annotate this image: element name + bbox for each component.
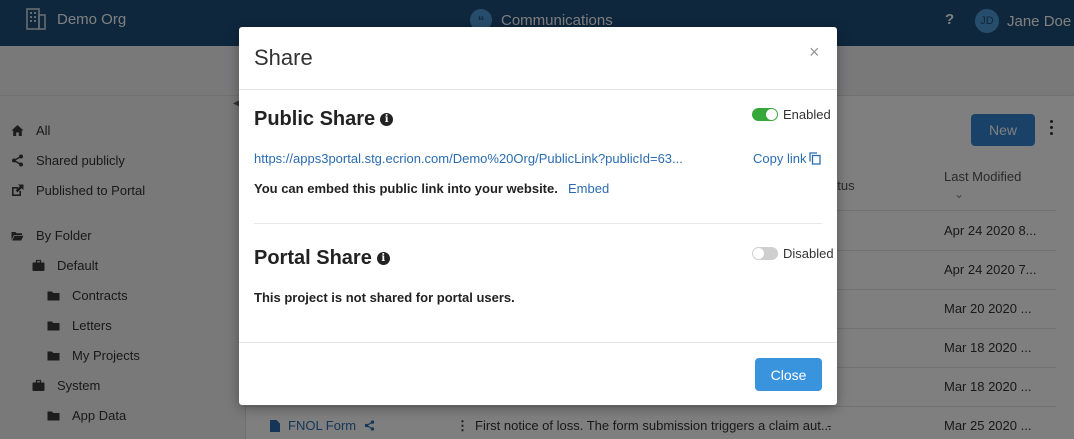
copy-link-button[interactable]: Copy link (753, 151, 822, 166)
portal-share-heading: Portal Share i (254, 247, 390, 270)
info-icon[interactable]: i (376, 252, 390, 265)
dialog-title: Share (254, 45, 313, 70)
toggle-switch[interactable] (752, 247, 778, 260)
embed-description: You can embed this public link into your… (254, 181, 558, 196)
public-link[interactable]: https://apps3portal.stg.ecrion.com/Demo%… (254, 151, 683, 166)
share-dialog: Share × Public Share i Enabled https://a… (239, 27, 837, 405)
public-share-title: Public Share (254, 108, 376, 130)
copy-link-label: Copy link (753, 151, 807, 166)
portal-share-toggle[interactable]: Disabled (752, 246, 834, 261)
portal-share-title: Portal Share (254, 247, 372, 269)
close-button[interactable]: Close (755, 358, 822, 391)
toggle-label: Disabled (783, 246, 834, 261)
public-share-toggle[interactable]: Enabled (752, 107, 831, 122)
toggle-switch[interactable] (752, 108, 778, 121)
close-icon[interactable]: × (809, 42, 820, 63)
embed-link[interactable]: Embed (568, 181, 609, 196)
toggle-label: Enabled (783, 107, 831, 122)
copy-icon (809, 152, 822, 165)
dialog-footer-divider (239, 342, 837, 343)
info-icon[interactable]: i (380, 113, 394, 126)
dialog-header-divider (239, 89, 837, 90)
portal-share-note: This project is not shared for portal us… (254, 290, 515, 305)
public-share-heading: Public Share i (254, 108, 394, 131)
section-divider (254, 223, 822, 224)
